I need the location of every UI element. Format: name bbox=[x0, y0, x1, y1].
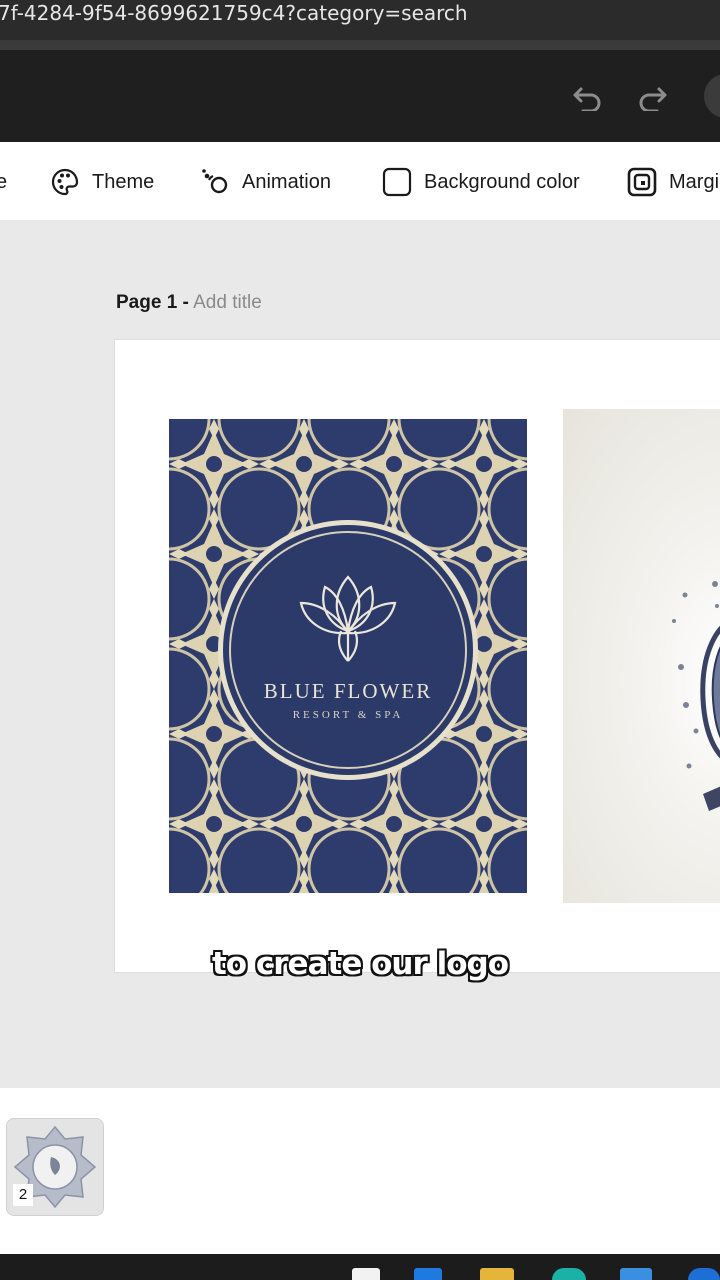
page-thumbnail-number: 2 bbox=[13, 1184, 33, 1206]
margins-label: Margi bbox=[669, 170, 720, 193]
taskbar bbox=[0, 1254, 720, 1280]
browser-address-bar[interactable]: 7f-4284-9f54-8699621759c4?category=searc… bbox=[0, 0, 720, 46]
redo-button[interactable] bbox=[632, 76, 672, 116]
vintage-illustration bbox=[672, 581, 720, 811]
redo-icon bbox=[639, 87, 667, 111]
background-color-label: Background color bbox=[424, 170, 580, 193]
animation-button[interactable]: Animation bbox=[200, 166, 331, 198]
ornamental-pattern bbox=[169, 419, 527, 893]
theme-button[interactable]: Theme bbox=[50, 166, 154, 198]
page-title: Page 1 - Add title bbox=[116, 292, 262, 314]
pages-panel bbox=[0, 1088, 720, 1254]
video-caption: to create our logo bbox=[211, 946, 509, 982]
palette-icon bbox=[50, 167, 80, 197]
logo-design-card-2[interactable] bbox=[563, 409, 720, 903]
theme-label: Theme bbox=[92, 170, 155, 193]
add-title-input[interactable]: Add title bbox=[193, 292, 262, 313]
animation-icon bbox=[200, 167, 230, 197]
url-text[interactable]: 7f-4284-9f54-8699621759c4?category=searc… bbox=[0, 0, 468, 27]
logo-tagline: RESORT & SPA bbox=[292, 709, 404, 721]
taskbar-app-icon[interactable] bbox=[352, 1268, 380, 1280]
folder-icon[interactable] bbox=[480, 1268, 514, 1280]
undo-button[interactable] bbox=[568, 76, 608, 116]
avatar[interactable] bbox=[704, 74, 720, 118]
taskbar-app-icon[interactable] bbox=[552, 1268, 586, 1280]
undo-icon bbox=[573, 87, 601, 111]
toolbar-item-partial[interactable]: e bbox=[0, 166, 7, 198]
logo-design-card[interactable]: BLUE FLOWER RESORT & SPA bbox=[169, 419, 527, 893]
background-color-button[interactable]: Background color bbox=[382, 166, 580, 198]
design-toolbar: e Theme Animation bbox=[0, 142, 720, 221]
taskbar-app-icon[interactable] bbox=[688, 1268, 720, 1280]
app-header bbox=[0, 46, 720, 142]
background-color-icon bbox=[382, 167, 412, 197]
logo-brand-name: BLUE FLOWER bbox=[263, 679, 433, 703]
margins-button[interactable]: Margi bbox=[627, 166, 719, 198]
taskbar-app-icon[interactable] bbox=[620, 1268, 652, 1280]
animation-label: Animation bbox=[242, 170, 331, 193]
page-number-label: Page 1 - bbox=[116, 292, 189, 313]
taskbar-app-icon[interactable] bbox=[414, 1268, 442, 1280]
margins-icon bbox=[627, 167, 657, 197]
